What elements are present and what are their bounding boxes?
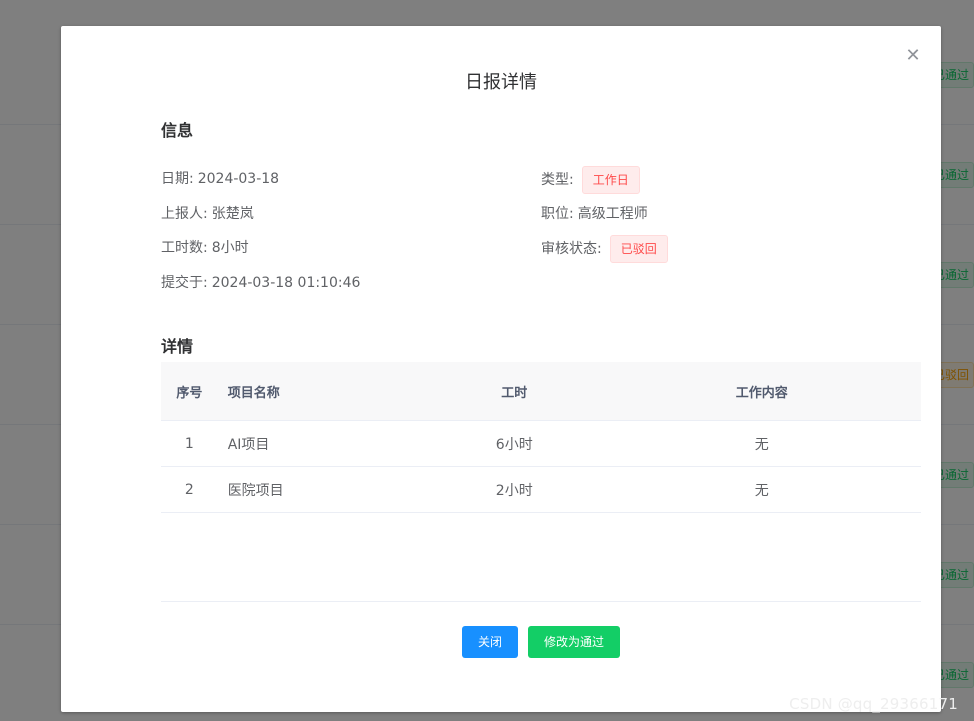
info-status: 审核状态: 已驳回: [541, 235, 668, 263]
column-header-index: 序号: [161, 362, 218, 421]
info-submitted-value: 2024-03-18 01:10:46: [211, 275, 361, 291]
column-header-hours: 工时: [425, 362, 603, 421]
info-hours-label: 工时数:: [161, 240, 208, 256]
info-position: 职位: 高级工程师: [541, 204, 648, 224]
cell-hours: 2小时: [425, 466, 603, 513]
column-header-content: 工作内容: [602, 362, 921, 421]
info-date-value: 2024-03-18: [197, 171, 280, 187]
table-header-row: 序号 项目名称 工时 工作内容: [161, 362, 921, 421]
approve-button[interactable]: 修改为通过: [528, 626, 620, 658]
footer-divider: [161, 601, 921, 602]
info-hours: 工时数: 8小时: [161, 238, 249, 258]
cell-content: 无: [602, 466, 921, 513]
close-button[interactable]: 关闭: [462, 626, 518, 658]
info-reporter-value: 张楚岚: [211, 206, 254, 222]
column-header-project: 项目名称: [217, 362, 426, 421]
info-type-label: 类型:: [541, 172, 574, 188]
dialog-title: 日报详情: [465, 72, 537, 93]
info-status-label: 审核状态:: [541, 241, 602, 257]
details-section-title: 详情: [161, 337, 194, 356]
info-reporter: 上报人: 张楚岚: [161, 204, 254, 224]
info-submitted-label: 提交于:: [161, 275, 208, 291]
cell-index: 2: [161, 466, 218, 513]
table-row: 2 医院项目 2小时 无: [161, 466, 921, 513]
info-date: 日期: 2024-03-18: [161, 169, 279, 189]
status-badge: 已驳回: [609, 235, 668, 263]
close-icon[interactable]: ✕: [905, 47, 921, 65]
info-submitted: 提交于: 2024-03-18 01:10:46: [161, 273, 360, 293]
cell-project: 医院项目: [217, 466, 426, 513]
table-row: 1 AI项目 6小时 无: [161, 420, 921, 467]
cell-hours: 6小时: [425, 420, 603, 467]
info-reporter-label: 上报人:: [161, 206, 208, 222]
cell-index: 1: [161, 420, 218, 467]
report-detail-dialog: 日报详情 ✕ 信息 日期: 2024-03-18 上报人: 张楚岚 工时数: 8小时 …: [61, 26, 941, 712]
details-table: 序号 项目名称 工时 工作内容 1 AI项目 6小时 无 2 医院项目 2小时 …: [161, 362, 921, 513]
cell-content: 无: [602, 420, 921, 467]
info-section-title: 信息: [161, 121, 194, 140]
info-position-label: 职位:: [541, 206, 574, 222]
info-hours-value: 8小时: [211, 240, 249, 256]
info-date-label: 日期:: [161, 171, 194, 187]
info-position-value: 高级工程师: [577, 206, 648, 222]
cell-project: AI项目: [217, 420, 426, 467]
type-tag: 工作日: [581, 166, 640, 194]
watermark: CSDN @qq_29366171: [789, 695, 958, 713]
info-type: 类型: 工作日: [541, 166, 640, 194]
